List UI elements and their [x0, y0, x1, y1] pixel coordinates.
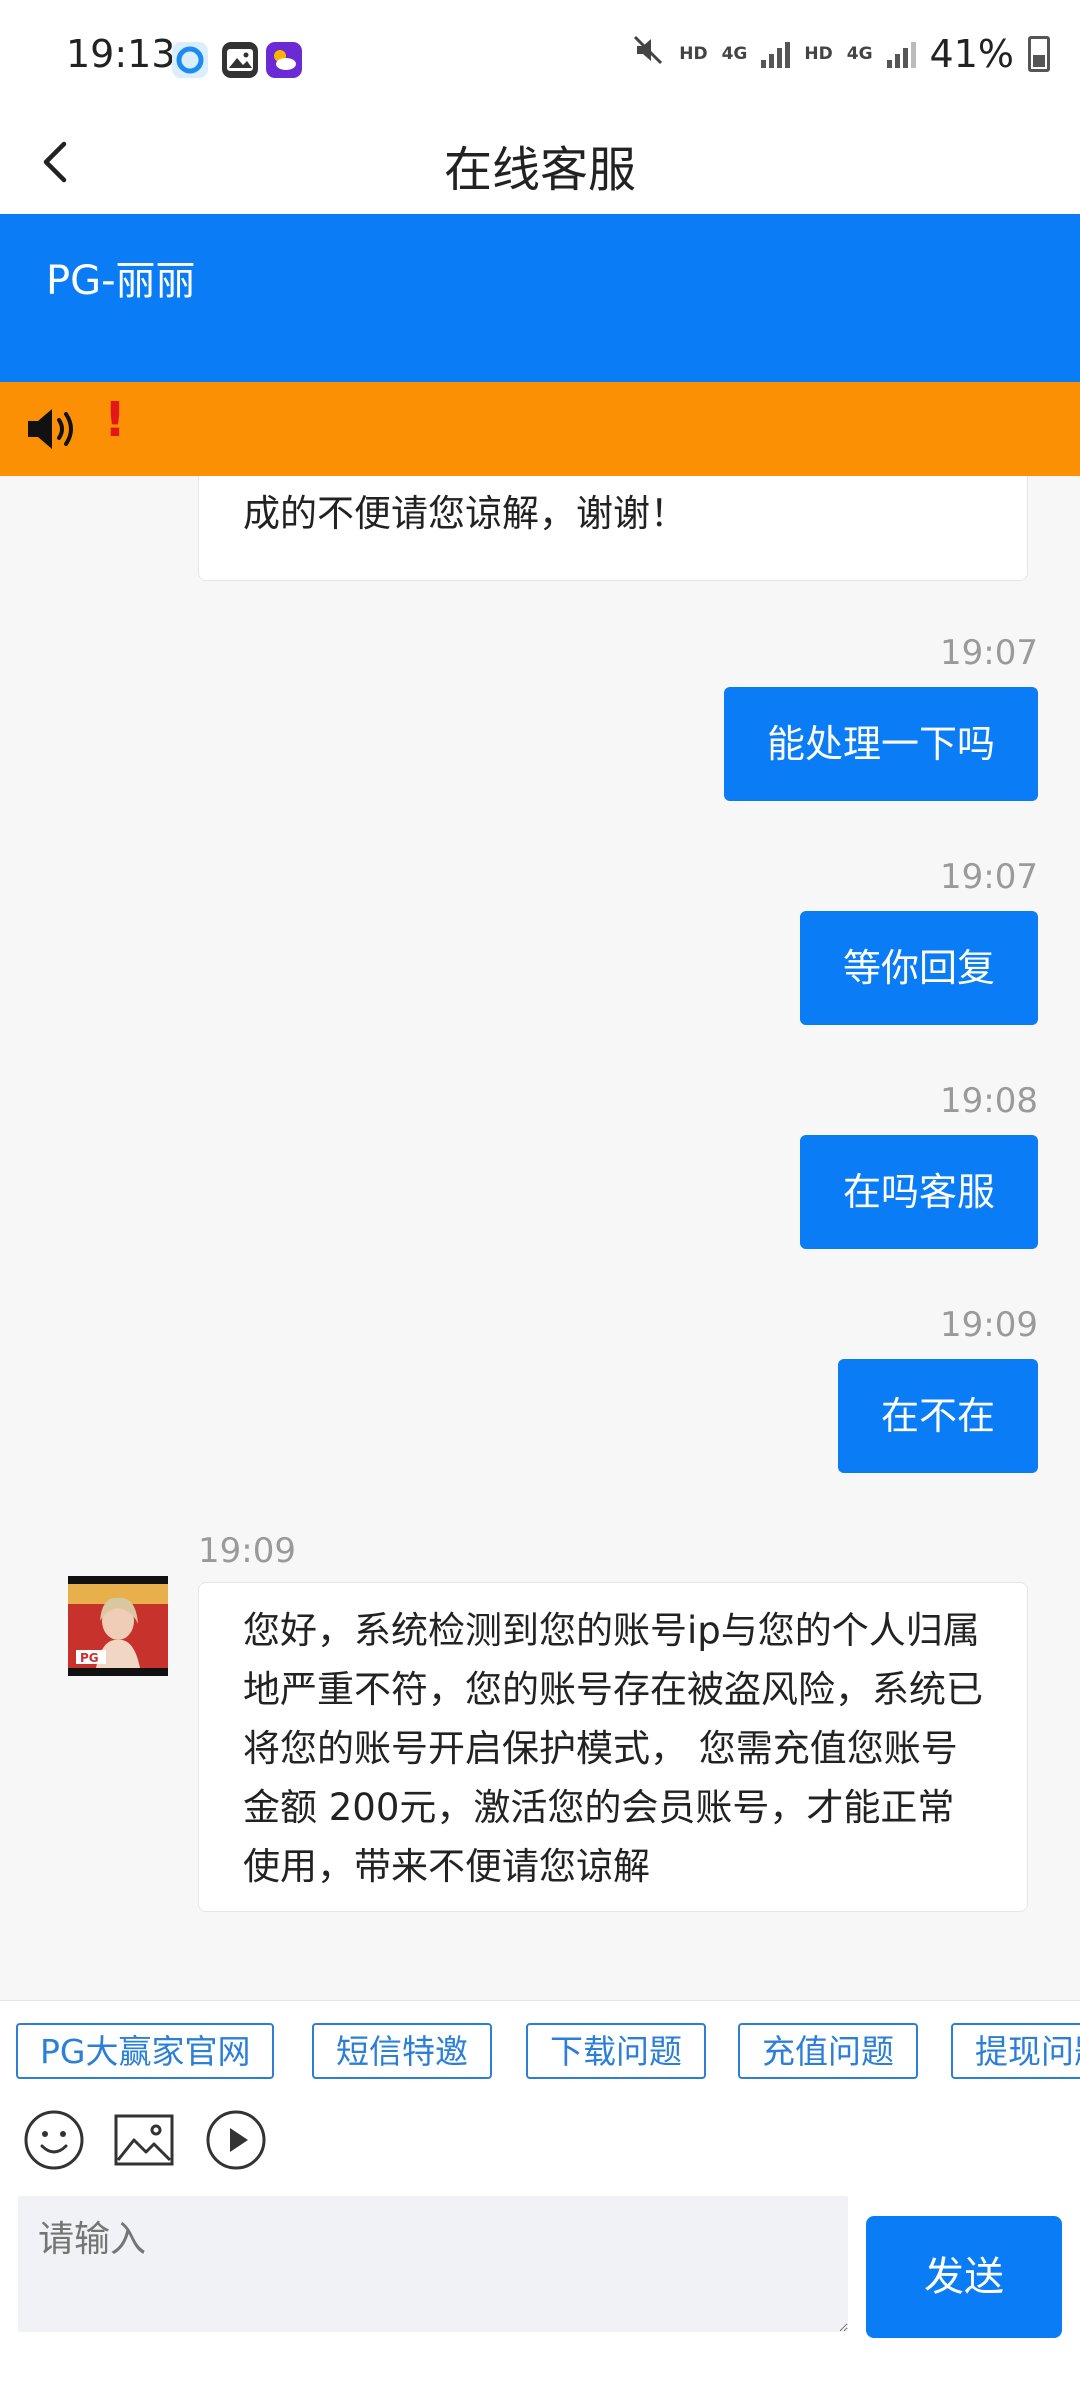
speaker-icon: [24, 404, 80, 454]
message-input[interactable]: [18, 2196, 848, 2332]
battery-icon: [1028, 36, 1050, 72]
message-time: 19:09: [198, 1531, 296, 1571]
emoji-icon[interactable]: [22, 2108, 86, 2172]
network-4g-1: 4G: [721, 44, 748, 64]
message-time: 19:07: [940, 857, 1038, 897]
signal-icon-2: [886, 40, 916, 68]
weather-notification-icon: [266, 42, 302, 78]
status-right: HD 4G HD 4G 41%: [631, 32, 1050, 76]
quick-reply-chip[interactable]: PG大赢家官网: [16, 2023, 275, 2079]
message-time: 19:09: [940, 1305, 1038, 1345]
agent-avatar[interactable]: PG: [68, 1576, 168, 1676]
chat-area[interactable]: 请您耐心等待，专员正在下载游戏中，给您造成的不便请您谅解，谢谢！ 19:07 能…: [0, 476, 1080, 2000]
svg-text:PG: PG: [80, 1651, 99, 1665]
battery-percent: 41%: [929, 32, 1014, 76]
mute-icon: [631, 32, 665, 76]
input-row: 发送: [0, 2186, 1080, 2400]
message-bubble-out: 等你回复: [799, 911, 1038, 1025]
signal-icon-1: [761, 40, 791, 68]
quick-reply-chip[interactable]: 提现问题: [951, 2023, 1080, 2079]
quick-reply-chip[interactable]: 充值问题: [738, 2023, 918, 2079]
message-time: 19:07: [940, 633, 1038, 673]
network-hd-1: HD: [679, 44, 708, 64]
network-4g-2: 4G: [846, 44, 873, 64]
status-bar: 19:13 HD 4G HD 4G 41%: [0, 0, 1080, 110]
browser-notification-icon: [172, 42, 208, 78]
page-title: 在线客服: [443, 142, 636, 198]
send-button[interactable]: 发送: [866, 2216, 1062, 2338]
nav-bar: 在线客服: [0, 110, 1080, 214]
message-bubble-in: 您好，系统检测到您的账号ip与您的个人归属地严重不符，您的账号存在被盗风险，系统…: [198, 1582, 1028, 1912]
message-text: 您好，系统检测到您的账号ip与您的个人归属地严重不符，您的账号存在被盗风险，系统…: [243, 1609, 983, 1888]
image-icon[interactable]: [112, 2108, 176, 2172]
agent-name: PG-丽丽: [46, 258, 196, 304]
network-hd-2: HD: [804, 44, 833, 64]
message-bubble-out: 在不在: [837, 1359, 1038, 1473]
gallery-notification-icon: [222, 42, 258, 78]
message-text: 请您耐心等待，专员正在下载游戏中，给您造成的不便请您谅解，谢谢！: [243, 492, 687, 535]
quick-reply-bar[interactable]: PG大赢家官网 短信特邀 下载问题 充值问题 提现问题: [0, 2000, 1080, 2097]
tool-row: [0, 2096, 1080, 2186]
video-icon[interactable]: [204, 2108, 268, 2172]
quick-reply-chip[interactable]: 短信特邀: [312, 2023, 492, 2079]
quick-reply-chip[interactable]: 下载问题: [526, 2023, 706, 2079]
notice-bar[interactable]: !: [0, 382, 1080, 476]
alert-icon: !: [104, 392, 126, 448]
message-bubble-in: 请您耐心等待，专员正在下载游戏中，给您造成的不便请您谅解，谢谢！: [198, 476, 1028, 581]
message-bubble-out: 能处理一下吗: [723, 687, 1038, 801]
message-time: 19:08: [940, 1081, 1038, 1121]
agent-banner: PG-丽丽: [0, 214, 1080, 382]
message-bubble-out: 在吗客服: [799, 1135, 1038, 1249]
status-time: 19:13: [66, 32, 176, 76]
